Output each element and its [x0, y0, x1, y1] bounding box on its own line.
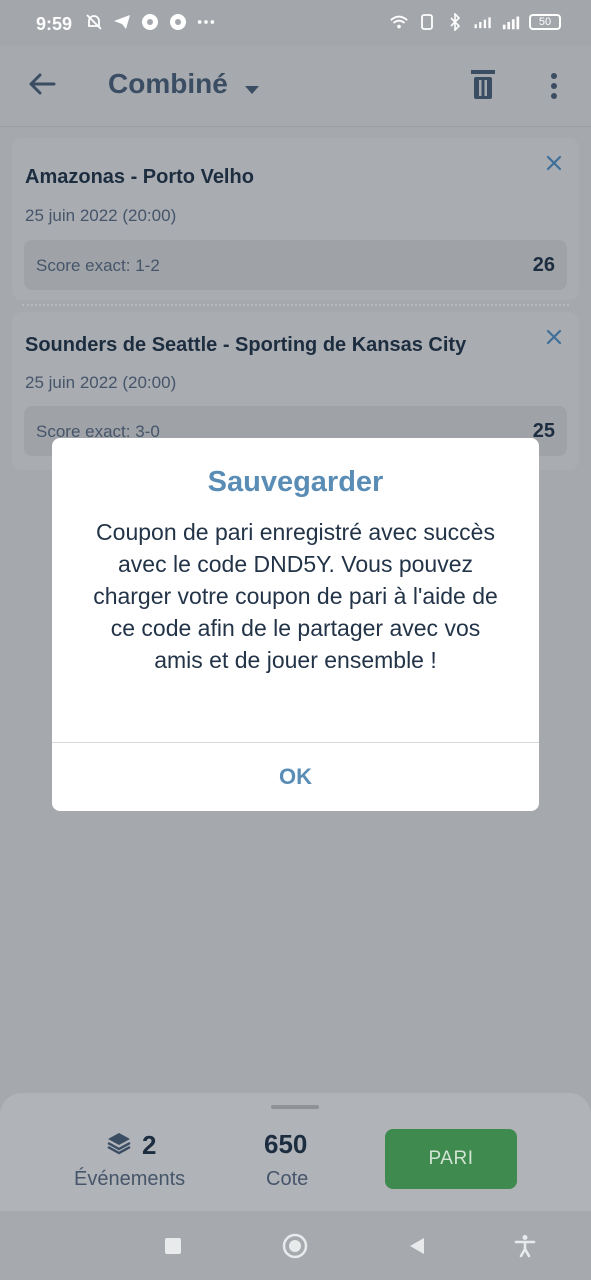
- chrome-icon-2: [168, 12, 188, 32]
- app-bar: Combiné: [0, 46, 591, 127]
- chrome-icon: [140, 12, 160, 32]
- battery-indicator: 50: [529, 14, 561, 30]
- page-title[interactable]: Combiné: [108, 68, 228, 100]
- dialog-message: Coupon de pari enregistré avec succès av…: [93, 519, 498, 673]
- back-arrow-icon[interactable]: [24, 66, 64, 106]
- muted-bell-icon: [84, 12, 104, 32]
- pick-odds: 26: [532, 254, 555, 276]
- close-icon[interactable]: [543, 326, 565, 348]
- bet-summary-sheet: 2 Événements 650 Cote PARI: [0, 1093, 591, 1211]
- pick-row: Score exact: 1-2 26: [24, 240, 567, 290]
- bet-card: Amazonas - Porto Velho 25 juin 2022 (20:…: [12, 138, 579, 300]
- pick-label: Score exact: 1-2: [36, 256, 160, 275]
- events-count: 2: [106, 1130, 156, 1161]
- status-bar: 9:59 50: [0, 0, 591, 46]
- recent-apps-icon[interactable]: [160, 1233, 186, 1259]
- signal-icon-2: [501, 12, 521, 32]
- back-icon[interactable]: [404, 1233, 430, 1259]
- place-bet-button[interactable]: PARI: [385, 1129, 517, 1189]
- drag-handle[interactable]: [271, 1105, 319, 1109]
- ok-button[interactable]: OK: [52, 743, 539, 811]
- more-options-icon[interactable]: [540, 66, 568, 106]
- chevron-down-icon[interactable]: [244, 82, 260, 100]
- bluetooth-icon: [445, 12, 465, 32]
- events-number: 2: [142, 1130, 157, 1160]
- notification-icons: [84, 12, 216, 32]
- trash-icon[interactable]: [466, 66, 500, 106]
- home-icon[interactable]: [282, 1233, 308, 1259]
- signal-icon: [473, 12, 493, 32]
- match-date: 25 juin 2022 (20:00): [25, 206, 177, 225]
- dialog-title: Sauvegarder: [207, 466, 384, 498]
- system-nav-bar: [0, 1211, 591, 1280]
- accessibility-icon[interactable]: [512, 1233, 538, 1259]
- match-name: Amazonas - Porto Velho: [25, 166, 254, 188]
- save-dialog: Sauvegarder Coupon de pari enregistré av…: [52, 438, 539, 811]
- layers-icon: [106, 1130, 132, 1161]
- cote-label: Cote: [266, 1168, 309, 1190]
- cote-value: 650: [264, 1129, 308, 1159]
- events-label: Événements: [74, 1168, 186, 1190]
- close-icon[interactable]: [543, 152, 565, 174]
- more-notifications-icon: [196, 12, 216, 32]
- telegram-icon: [112, 12, 132, 32]
- match-date: 25 juin 2022 (20:00): [25, 373, 177, 392]
- system-icons: 50: [389, 12, 561, 32]
- match-name: Sounders de Seattle - Sporting de Kansas…: [25, 334, 467, 356]
- wifi-icon: [389, 12, 409, 32]
- card-divider: [22, 304, 569, 306]
- status-time: 9:59: [36, 14, 73, 34]
- rotate-icon: [417, 12, 437, 32]
